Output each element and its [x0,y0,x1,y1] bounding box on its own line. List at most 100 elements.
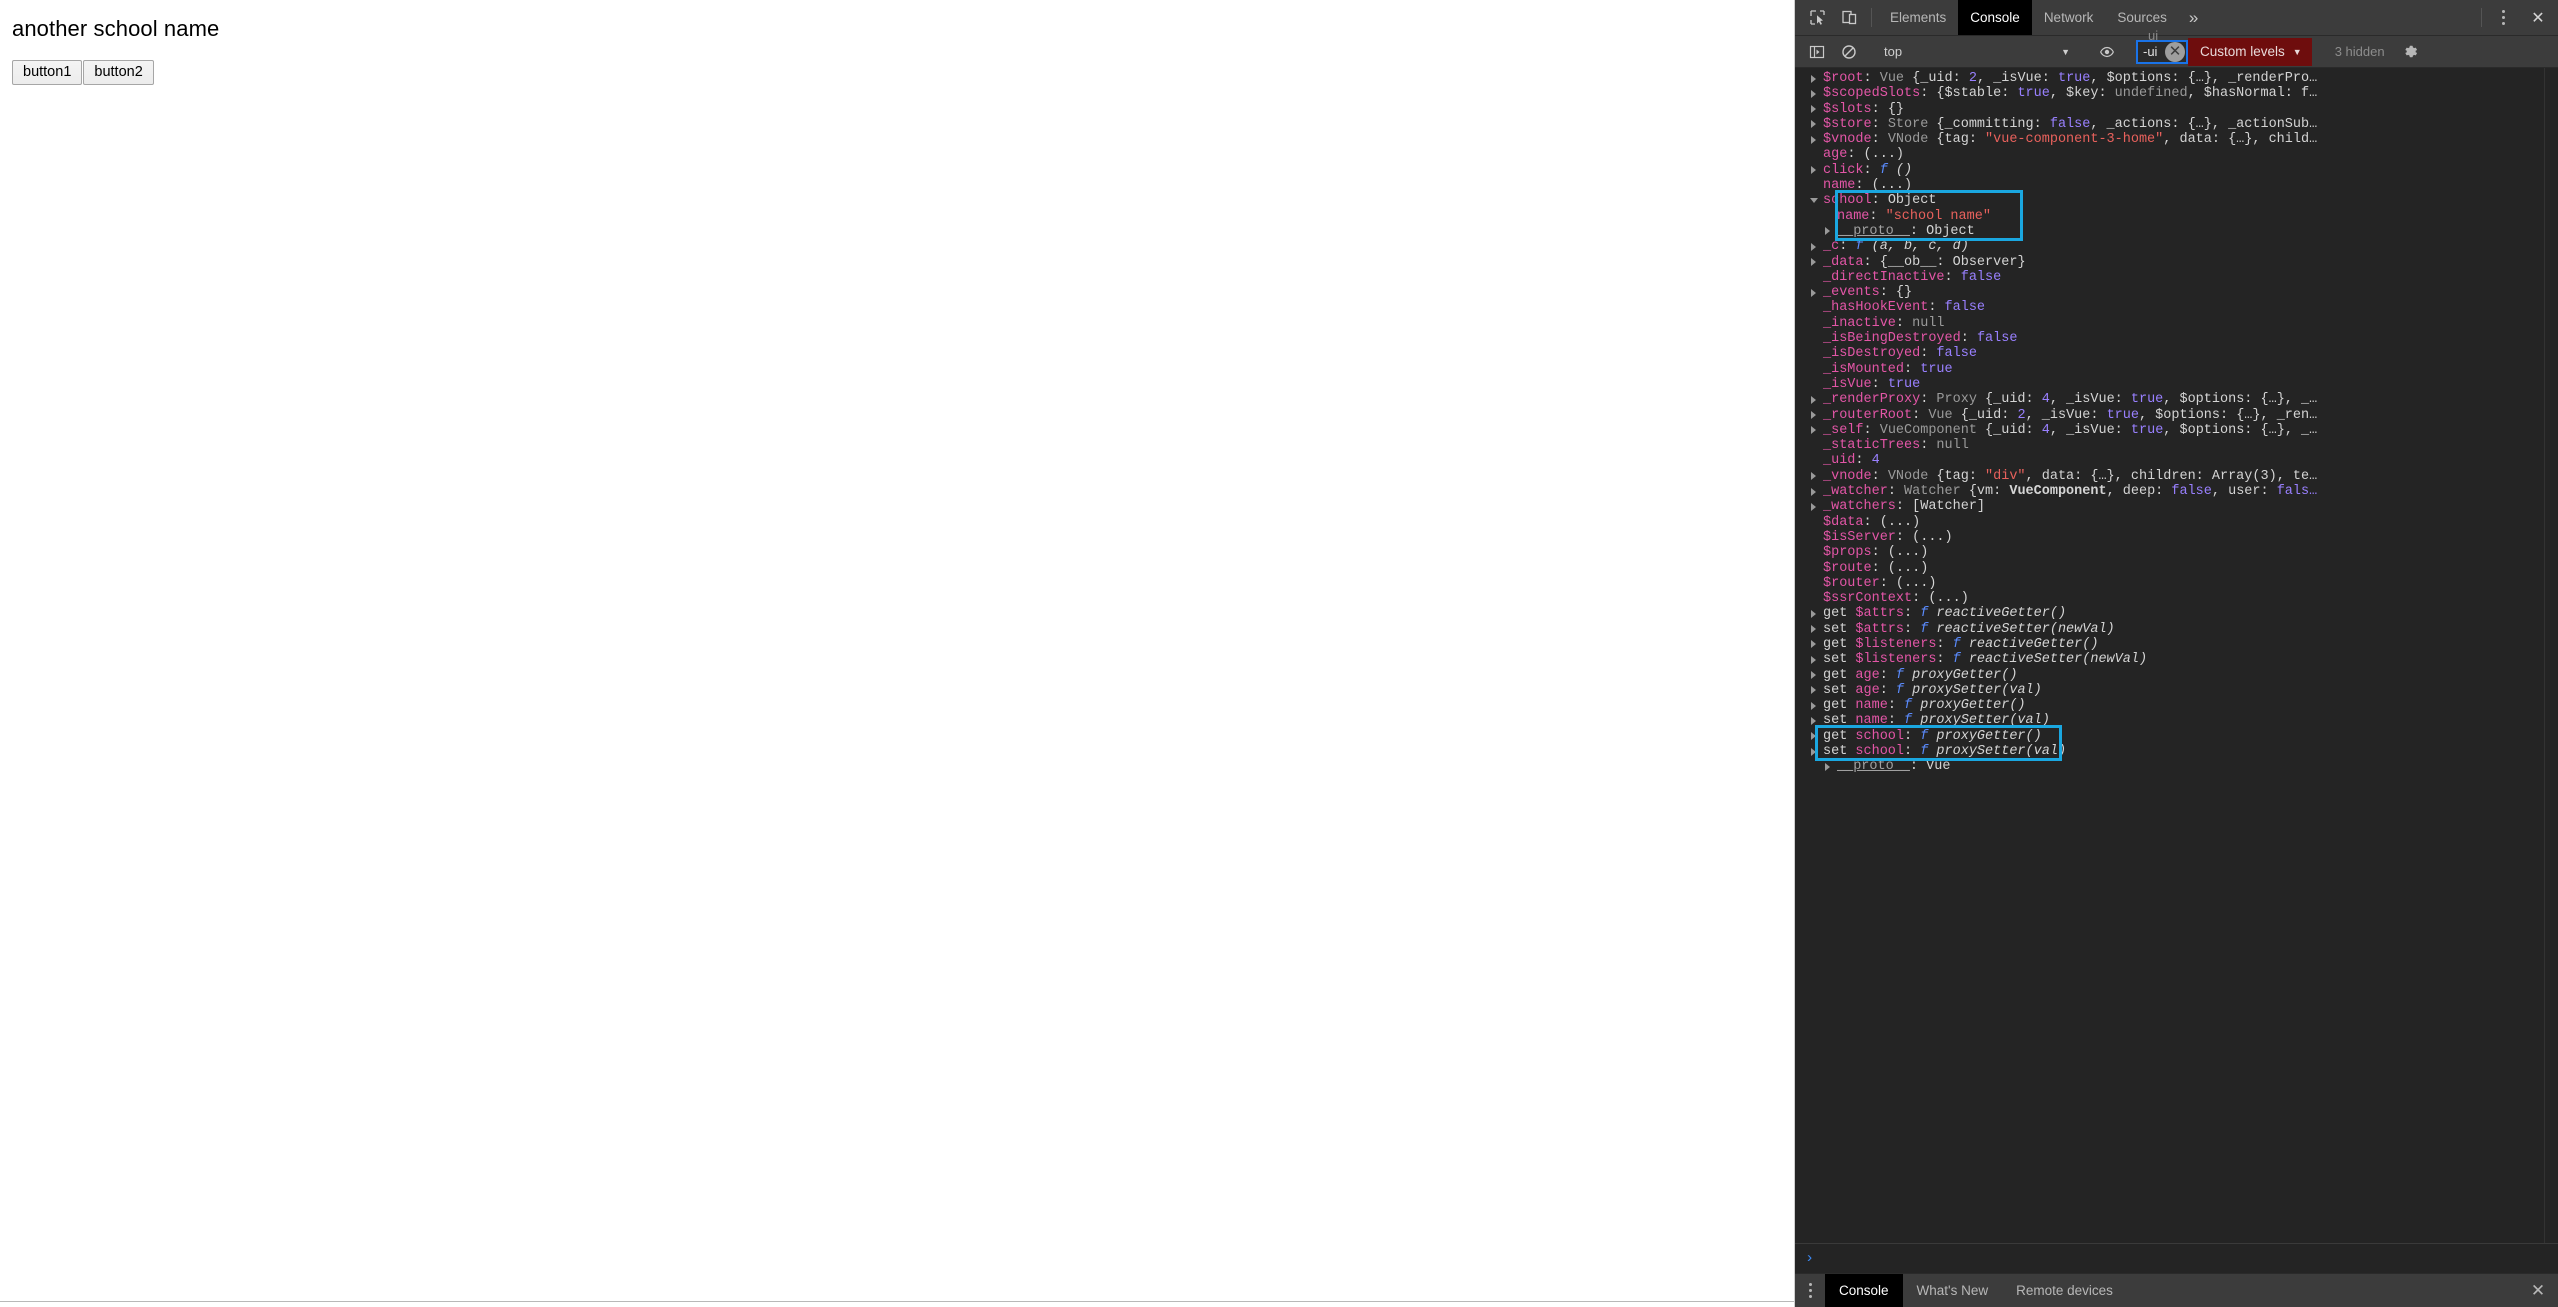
console-tree-row[interactable]: age: (...) [1823,147,2558,162]
console-tree-row[interactable]: $scopedSlots: {$stable: true, $key: unde… [1823,86,2558,101]
drawer-close-icon[interactable]: ✕ [2518,1274,2558,1307]
tab-elements[interactable]: Elements [1878,0,1958,35]
console-tree-row[interactable]: _isVue: true [1823,377,2558,392]
console-tree-row[interactable]: $vnode: VNode {tag: "vue-component-3-hom… [1823,132,2558,147]
clear-console-icon[interactable] [1833,44,1865,60]
console-tree-row[interactable]: $props: (...) [1823,545,2558,560]
console-tree-row[interactable]: _hasHookEvent: false [1823,300,2558,315]
console-tree-row[interactable]: _renderProxy: Proxy {_uid: 4, _isVue: tr… [1823,392,2558,407]
console-scrollbar[interactable] [2544,68,2558,1243]
console-tree-row[interactable]: name: (...) [1823,178,2558,193]
disclosure-triangle-open-icon[interactable] [1810,198,1818,203]
drawer-tab-remote-devices[interactable]: Remote devices [2002,1274,2127,1307]
console-tree-row[interactable]: $root: Vue {_uid: 2, _isVue: true, $opti… [1823,71,2558,86]
disclosure-triangle-closed-icon[interactable] [1811,136,1816,144]
button1[interactable]: button1 [12,60,82,85]
gear-icon[interactable] [2395,43,2427,60]
tab-console[interactable]: Console [1958,0,2032,35]
tab-sources[interactable]: Sources [2105,0,2179,35]
console-tree-row[interactable]: _isMounted: true [1823,362,2558,377]
disclosure-triangle-closed-icon[interactable] [1811,717,1816,725]
console-tree-row[interactable]: __proto__: Object [1823,224,2558,239]
console-tree-row[interactable]: _self: VueComponent {_uid: 4, _isVue: tr… [1823,423,2558,438]
disclosure-triangle-closed-icon[interactable] [1811,625,1816,633]
console-filter-input[interactable]: ui -ui ✕ [2136,40,2188,64]
disclosure-triangle-closed-icon[interactable] [1811,258,1816,266]
console-tree-row[interactable]: _isBeingDestroyed: false [1823,331,2558,346]
drawer-kebab-menu-icon[interactable] [1795,1274,1825,1307]
live-expression-icon[interactable] [2091,44,2123,60]
device-toolbar-icon[interactable] [1833,0,1865,35]
console-tree-row[interactable]: set name: f proxySetter(val) [1823,713,2558,728]
disclosure-triangle-closed-icon[interactable] [1811,610,1816,618]
disclosure-triangle-closed-icon[interactable] [1811,289,1816,297]
console-tree-row[interactable]: name: "school name" [1823,209,2558,224]
disclosure-triangle-closed-icon[interactable] [1811,90,1816,98]
kebab-menu-icon[interactable] [2488,0,2518,35]
console-tree-row[interactable]: get school: f proxyGetter() [1823,729,2558,744]
disclosure-triangle-closed-icon[interactable] [1811,503,1816,511]
inspect-element-icon[interactable] [1801,0,1833,35]
drawer-tab-console[interactable]: Console [1825,1274,1903,1307]
console-sidebar-icon[interactable] [1801,44,1833,60]
disclosure-triangle-closed-icon[interactable] [1811,396,1816,404]
disclosure-triangle-closed-icon[interactable] [1811,426,1816,434]
console-tree-row[interactable]: __proto__: Vue [1823,759,2558,774]
console-tree-row[interactable]: _watcher: Watcher {vm: VueComponent, dee… [1823,484,2558,499]
console-message-area[interactable]: $root: Vue {_uid: 2, _isVue: true, $opti… [1795,68,2558,1243]
console-tree-row[interactable]: $router: (...) [1823,576,2558,591]
console-tree-row[interactable]: _vnode: VNode {tag: "div", data: {…}, ch… [1823,469,2558,484]
console-tree-row[interactable]: $ssrContext: (...) [1823,591,2558,606]
console-tree-row[interactable]: get $listeners: f reactiveGetter() [1823,637,2558,652]
disclosure-triangle-closed-icon[interactable] [1811,671,1816,679]
console-tree-row[interactable]: $isServer: (...) [1823,530,2558,545]
console-tree-row[interactable]: set $listeners: f reactiveSetter(newVal) [1823,652,2558,667]
console-tree-row[interactable]: $route: (...) [1823,561,2558,576]
console-tree-row[interactable]: _routerRoot: Vue {_uid: 2, _isVue: true,… [1823,408,2558,423]
disclosure-triangle-closed-icon[interactable] [1811,75,1816,83]
console-tree-row[interactable]: click: f () [1823,163,2558,178]
disclosure-triangle-closed-icon[interactable] [1811,656,1816,664]
console-tree-row[interactable]: _watchers: [Watcher] [1823,499,2558,514]
disclosure-triangle-closed-icon[interactable] [1811,488,1816,496]
console-tree-row[interactable]: $store: Store {_committing: false, _acti… [1823,117,2558,132]
console-tree-row[interactable]: $slots: {} [1823,102,2558,117]
button2[interactable]: button2 [83,60,153,85]
console-prompt[interactable]: › [1795,1243,2558,1273]
console-tree-row[interactable]: _isDestroyed: false [1823,346,2558,361]
console-tree-row[interactable]: _c: f (a, b, c, d) [1823,239,2558,254]
disclosure-triangle-closed-icon[interactable] [1811,105,1816,113]
disclosure-triangle-closed-icon[interactable] [1811,748,1816,756]
console-tree-row[interactable]: get age: f proxyGetter() [1823,668,2558,683]
console-tree-row[interactable]: set age: f proxySetter(val) [1823,683,2558,698]
disclosure-triangle-closed-icon[interactable] [1811,702,1816,710]
console-tree-row[interactable]: _uid: 4 [1823,453,2558,468]
console-tree-row[interactable]: _events: {} [1823,285,2558,300]
console-tree-row[interactable]: _inactive: null [1823,316,2558,331]
console-tree-row[interactable]: _data: {__ob__: Observer} [1823,255,2558,270]
console-tree-row[interactable]: get $attrs: f reactiveGetter() [1823,606,2558,621]
close-icon[interactable]: ✕ [2518,0,2558,35]
console-tree-row[interactable]: set school: f proxySetter(val) [1823,744,2558,759]
disclosure-triangle-closed-icon[interactable] [1811,166,1816,174]
more-tabs-icon[interactable]: » [2179,0,2208,35]
disclosure-triangle-closed-icon[interactable] [1811,686,1816,694]
execution-context-select[interactable]: top ▼ [1878,41,2078,63]
disclosure-triangle-closed-icon[interactable] [1811,472,1816,480]
disclosure-triangle-closed-icon[interactable] [1811,732,1816,740]
disclosure-triangle-closed-icon[interactable] [1825,763,1830,771]
log-levels-dropdown[interactable]: Custom levels ▼ [2188,38,2312,66]
clear-filter-icon[interactable]: ✕ [2165,42,2185,62]
console-tree-row[interactable]: set $attrs: f reactiveSetter(newVal) [1823,622,2558,637]
drawer-tab-whats-new[interactable]: What's New [1903,1274,2003,1307]
disclosure-triangle-closed-icon[interactable] [1811,243,1816,251]
console-tree-row[interactable]: get name: f proxyGetter() [1823,698,2558,713]
disclosure-triangle-closed-icon[interactable] [1811,640,1816,648]
disclosure-triangle-closed-icon[interactable] [1811,411,1816,419]
console-tree-row[interactable]: _staticTrees: null [1823,438,2558,453]
console-tree-row[interactable]: school: Object [1823,193,2558,208]
console-tree-row[interactable]: $data: (...) [1823,515,2558,530]
tab-network[interactable]: Network [2032,0,2106,35]
disclosure-triangle-closed-icon[interactable] [1811,120,1816,128]
disclosure-triangle-closed-icon[interactable] [1825,227,1830,235]
